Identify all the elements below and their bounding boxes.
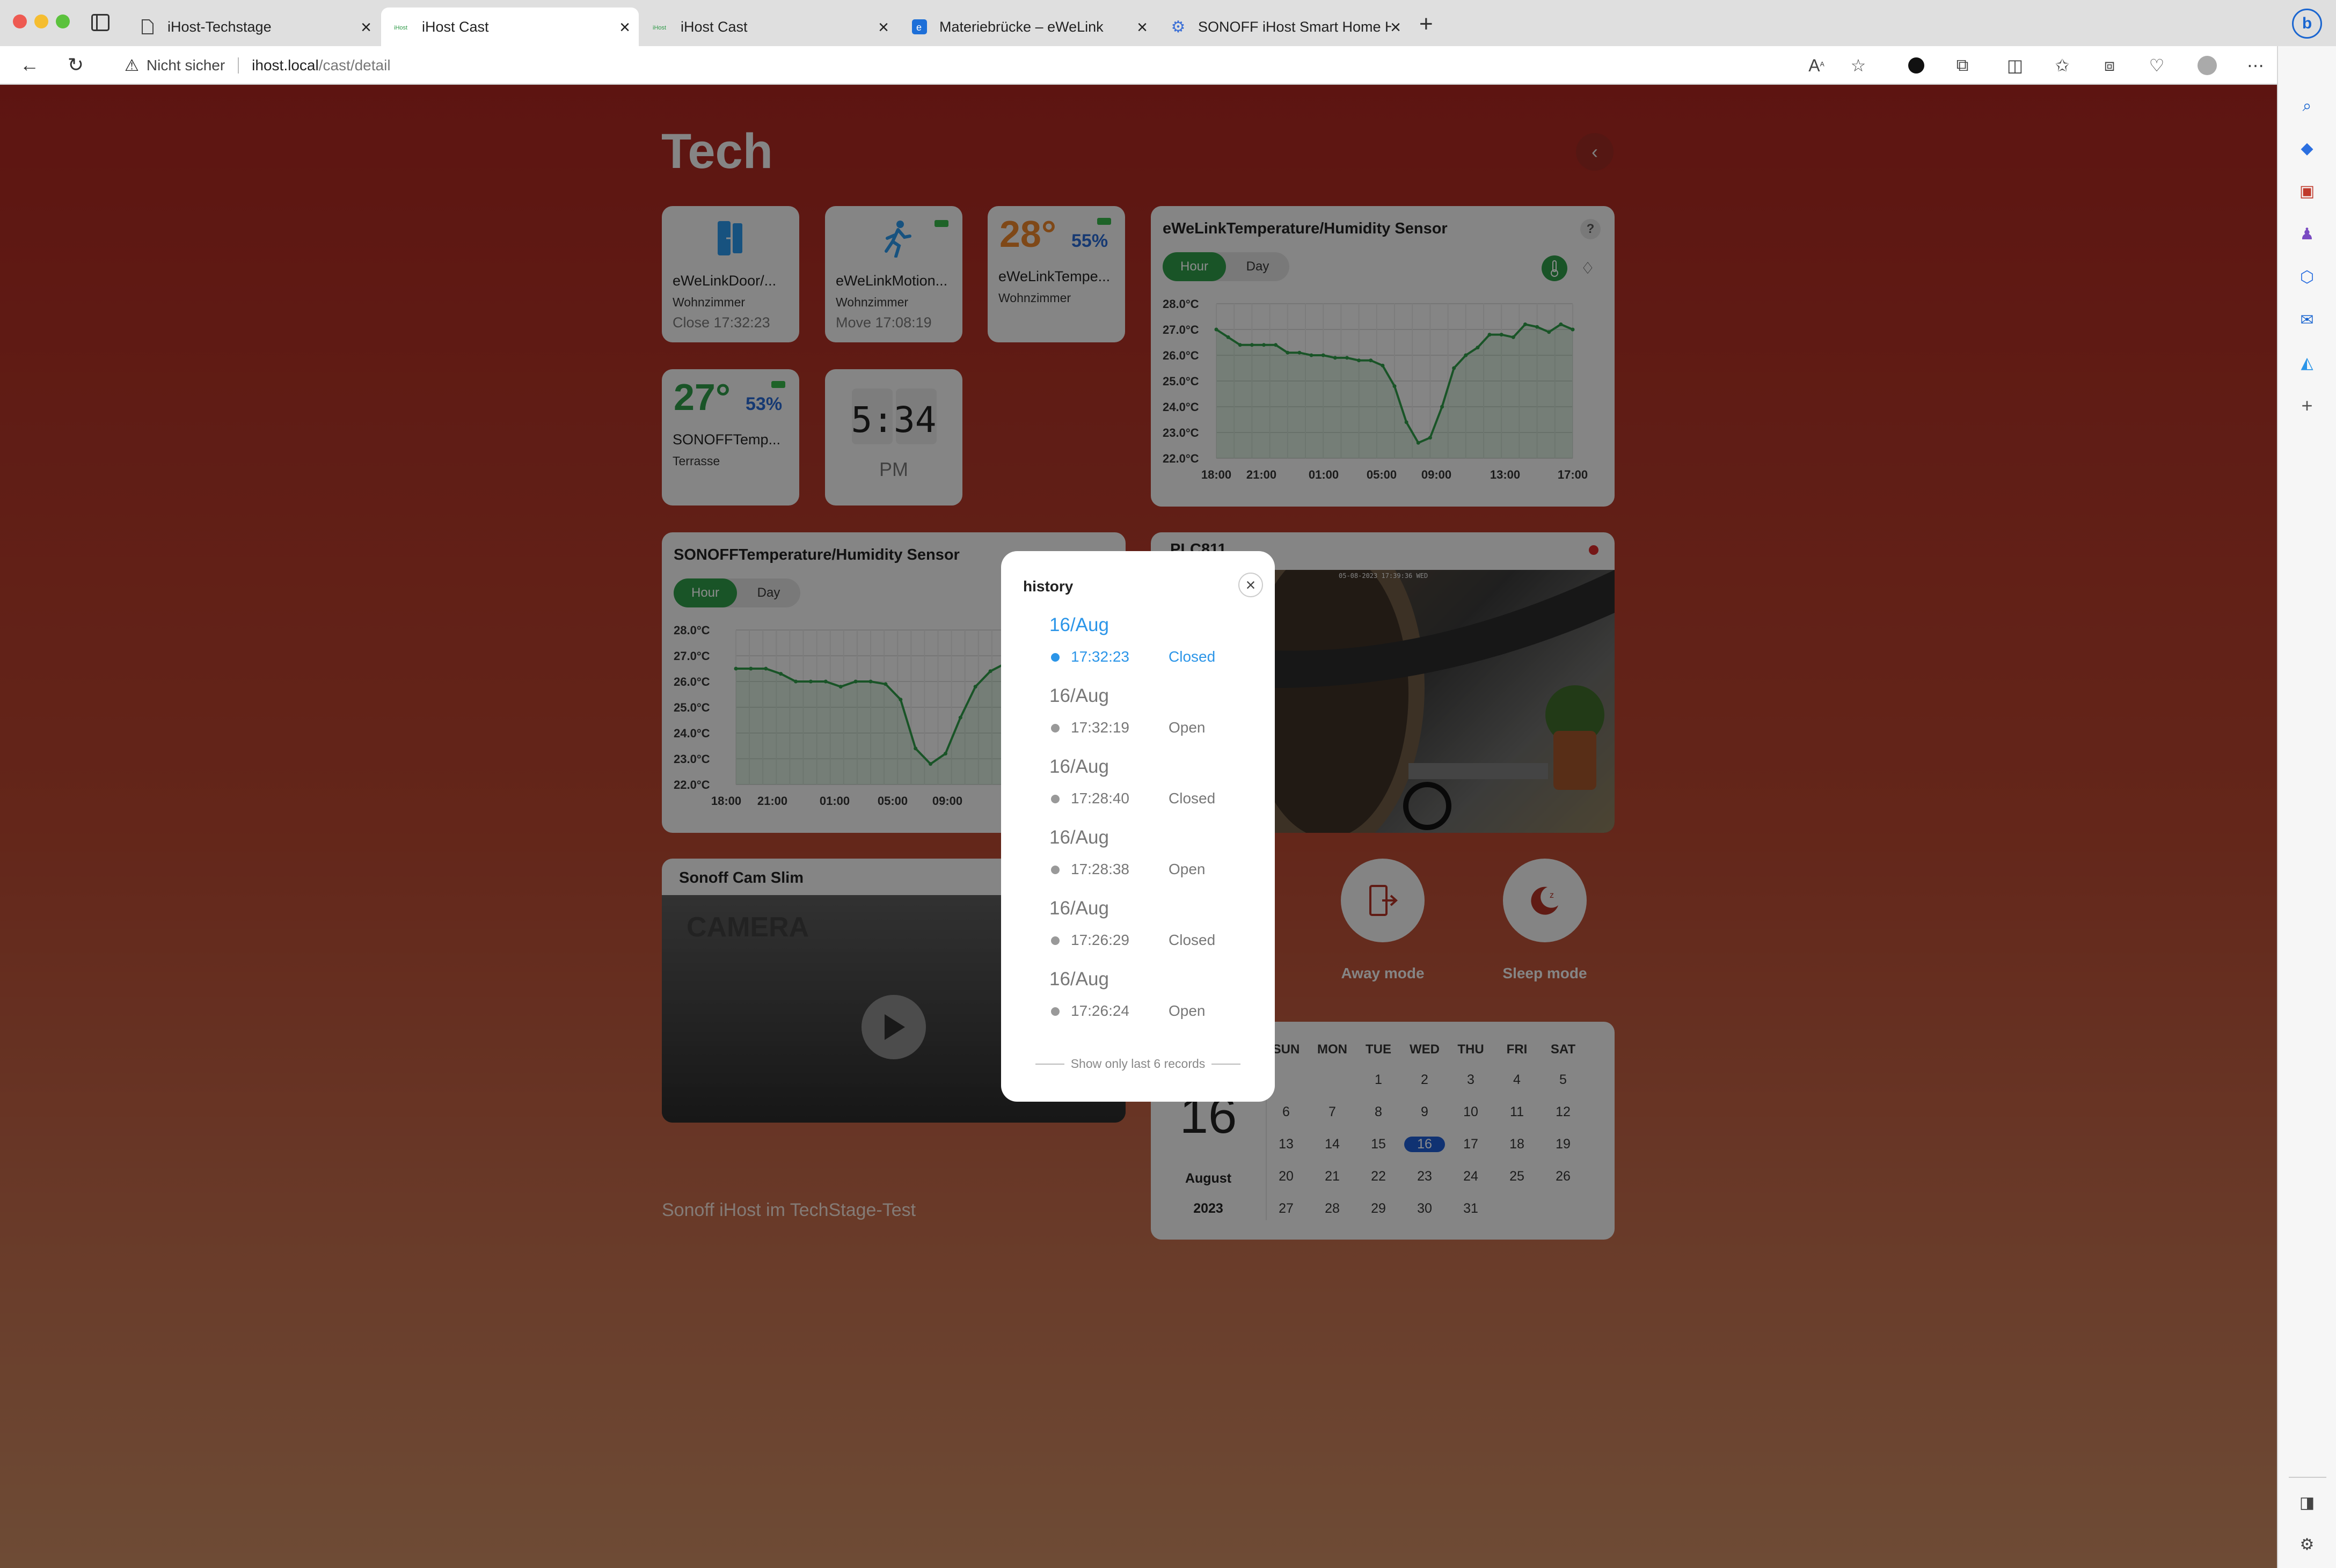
drop-icon[interactable]: ◭	[2295, 351, 2319, 375]
record-dot	[1051, 1007, 1060, 1016]
profile-avatar[interactable]	[2195, 54, 2219, 77]
back-button[interactable]: ←	[16, 52, 43, 78]
record-state: Closed	[1169, 648, 1216, 665]
ihost-favicon: iHost	[394, 19, 410, 35]
extensions-puzzle-icon[interactable]: ⧉	[1951, 54, 1974, 77]
warning-icon: ⚠	[125, 56, 139, 75]
gear-favicon: ⚙	[1171, 18, 1186, 36]
record-state: Open	[1169, 861, 1206, 877]
reload-button[interactable]: ↻	[62, 52, 89, 78]
more-menu-icon[interactable]: ⋯	[2244, 54, 2267, 77]
record-dot	[1051, 795, 1060, 803]
record-time: 17:26:24	[1071, 1002, 1129, 1019]
record-date: 16/Aug	[1049, 614, 1109, 635]
sidebar-divider	[2289, 1477, 2326, 1478]
outlook-icon[interactable]: ✉	[2295, 308, 2319, 332]
url-separator	[238, 57, 239, 74]
record-dot	[1051, 724, 1060, 732]
close-window-button[interactable]	[13, 14, 27, 28]
tab-label: Materiebrücke – eWeLink	[939, 18, 1104, 35]
security-label: Nicht sicher	[146, 57, 225, 74]
record-dot	[1051, 936, 1060, 945]
extension-icon[interactable]	[1904, 54, 1928, 77]
record-dot	[1051, 866, 1060, 874]
svg-text:iHost: iHost	[653, 25, 666, 31]
zoom-window-button[interactable]	[56, 14, 70, 28]
close-tab-icon[interactable]: ×	[1390, 18, 1401, 36]
url-path: /cast/detail	[318, 57, 391, 74]
edge-sidebar: b ⌕ ◆ ▣ ♟ ⬡ ✉ ◭ + ◨ ⚙	[2277, 9, 2336, 1568]
close-tab-icon[interactable]: ×	[619, 18, 630, 36]
record-date: 16/Aug	[1049, 969, 1109, 990]
address-toolbar: ← ↻ ⚠ Nicht sicher ihost.local /cast/det…	[0, 46, 2336, 85]
copilot-icon[interactable]: b	[2292, 9, 2322, 39]
shopping-tag-icon[interactable]: ◆	[2295, 136, 2319, 160]
games-icon[interactable]: ♟	[2295, 222, 2319, 246]
address-bar[interactable]: ⚠ Nicht sicher ihost.local /cast/detail	[107, 49, 1922, 82]
svg-text:iHost: iHost	[394, 25, 407, 31]
collections-icon[interactable]: ⧈	[2098, 54, 2121, 77]
split-screen-icon[interactable]: ◫	[2003, 54, 2027, 77]
record-time: 17:26:29	[1071, 932, 1129, 948]
microsoft-365-icon[interactable]: ⬡	[2295, 265, 2319, 289]
read-aloud-icon[interactable]: Aᴬ	[1805, 54, 1828, 77]
tab-label: iHost Cast	[422, 18, 489, 35]
minimize-window-button[interactable]	[34, 14, 48, 28]
tab-sonoff-ihost[interactable]: ⚙ SONOFF iHost Smart Home Hu ×	[1157, 8, 1410, 46]
tab-bar: iHost-Techstage × iHost iHost Cast × iHo…	[0, 0, 2336, 46]
record-dot	[1051, 653, 1060, 662]
record-date: 16/Aug	[1049, 685, 1109, 706]
svg-text:e: e	[916, 22, 922, 33]
tab-ihost-techstage[interactable]: iHost-Techstage ×	[127, 8, 380, 46]
ewelink-favicon: e	[911, 19, 928, 35]
page-icon	[140, 19, 156, 35]
tools-icon[interactable]: ▣	[2295, 179, 2319, 203]
close-tab-icon[interactable]: ×	[361, 18, 371, 36]
history-footer: Show only last 6 records	[1001, 1057, 1275, 1071]
record-date: 16/Aug	[1049, 827, 1109, 848]
settings-gear-icon[interactable]: ⚙	[2295, 1533, 2319, 1556]
favorites-icon[interactable]: ✩	[2050, 54, 2074, 77]
tab-label: SONOFF iHost Smart Home Hu	[1198, 18, 1391, 35]
record-time: 17:32:23	[1071, 648, 1129, 665]
browser-essentials-icon[interactable]: ♡	[2145, 54, 2169, 77]
ihost-favicon: iHost	[653, 19, 669, 35]
history-dialog: history × 16/Aug 17:32:23 Closed 16/Aug 17:3…	[1001, 551, 1275, 1102]
record-state: Closed	[1169, 790, 1216, 807]
record-state: Open	[1169, 719, 1206, 736]
record-state: Closed	[1169, 932, 1216, 948]
tab-materiebruecke[interactable]: e Materiebrücke – eWeLink ×	[899, 8, 1156, 46]
hide-sidebar-icon[interactable]: ◨	[2295, 1491, 2319, 1514]
tab-label: iHost Cast	[681, 18, 748, 35]
history-footer-text: Show only last 6 records	[1070, 1057, 1206, 1071]
tab-ihost-cast-active[interactable]: iHost iHost Cast ×	[381, 8, 639, 46]
tab-label: iHost-Techstage	[167, 18, 272, 35]
close-tab-icon[interactable]: ×	[1137, 18, 1148, 36]
favorite-star-icon[interactable]: ☆	[1846, 54, 1870, 77]
record-time: 17:28:38	[1071, 861, 1129, 877]
url-host: ihost.local	[252, 57, 319, 74]
close-dialog-button[interactable]: ×	[1238, 573, 1263, 597]
record-date: 16/Aug	[1049, 756, 1109, 777]
tab-ihost-cast[interactable]: iHost iHost Cast ×	[640, 8, 897, 46]
record-time: 17:28:40	[1071, 790, 1129, 807]
record-date: 16/Aug	[1049, 898, 1109, 919]
record-time: 17:32:19	[1071, 719, 1129, 736]
record-state: Open	[1169, 1002, 1206, 1019]
search-icon[interactable]: ⌕	[2295, 94, 2319, 118]
tab-actions-icon[interactable]	[91, 14, 110, 31]
add-sidebar-app-icon[interactable]: +	[2295, 394, 2319, 417]
new-tab-button[interactable]: +	[1419, 11, 1433, 38]
history-title: history	[1023, 578, 1074, 595]
close-tab-icon[interactable]: ×	[878, 18, 889, 36]
